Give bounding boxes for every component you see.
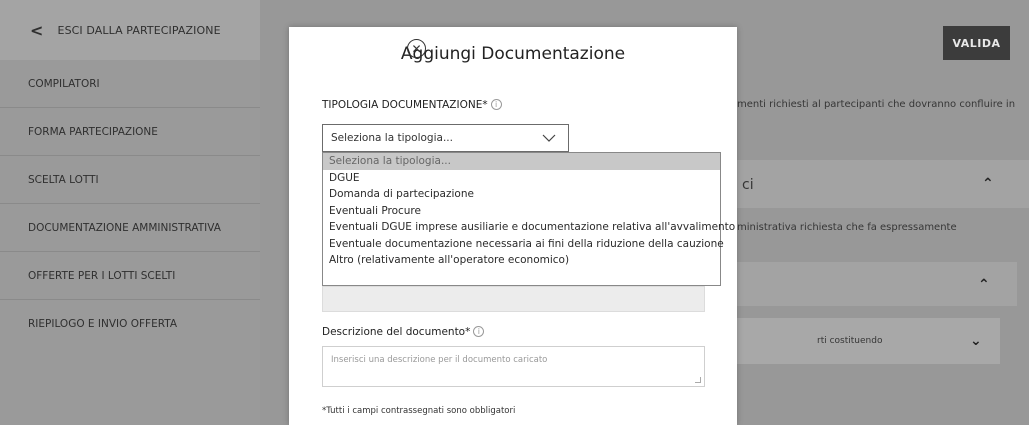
info-icon[interactable]: i [490, 99, 502, 110]
option-dgue[interactable]: DGUE [323, 170, 720, 187]
chevron-up-icon[interactable]: ⌃ [982, 176, 994, 192]
option-riduzione-cauzione[interactable]: Eventuale documentazione necessaria ai f… [323, 236, 724, 253]
disabled-field [322, 286, 705, 312]
sidebar-item-offerte-lotti[interactable]: OFFERTE PER I LOTTI SCELTI [0, 252, 260, 300]
descrizione-textarea[interactable]: Inserisci una descrizione per il documen… [322, 346, 705, 387]
sidebar-item-label: DOCUMENTAZIONE AMMINISTRATIVA [28, 221, 221, 234]
background-subsection [737, 262, 1017, 306]
background-description: menti richiesti al partecipanti che dovr… [737, 99, 1016, 110]
valida-button[interactable]: VALIDA [943, 26, 1010, 60]
exit-participation-button[interactable]: < ESCI DALLA PARTECIPAZIONE [0, 0, 260, 60]
descrizione-label: Descrizione del documento* i [322, 326, 485, 338]
option-eventuali-procure[interactable]: Eventuali Procure [323, 203, 720, 220]
tipologia-label: TIPOLOGIA DOCUMENTAZIONE* i [322, 99, 502, 111]
exit-participation-label: ESCI DALLA PARTECIPAZIONE [57, 23, 221, 37]
tipologia-label-text: TIPOLOGIA DOCUMENTAZIONE* [322, 99, 488, 111]
background-row-label: rti costituendo [817, 336, 883, 346]
background-section-text: ministrativa richiesta che fa espressame… [737, 222, 957, 233]
sidebar-item-label: COMPILATORI [28, 77, 100, 90]
close-icon[interactable]: ✕ [407, 39, 426, 58]
option-dgue-ausiliarie[interactable]: Eventuali DGUE imprese ausiliarie e docu… [323, 219, 735, 236]
sidebar-item-label: SCELTA LOTTI [28, 173, 99, 186]
sidebar-item-documentazione-amministrativa[interactable]: DOCUMENTAZIONE AMMINISTRATIVA [0, 204, 260, 252]
option-altro[interactable]: Altro (relativamente all'operatore econo… [323, 252, 720, 269]
background-section-title: ci [742, 177, 754, 193]
info-icon[interactable]: i [473, 326, 485, 337]
chevron-down-icon[interactable]: ⌄ [970, 333, 982, 349]
chevron-up-icon[interactable]: ⌃ [978, 277, 990, 293]
sidebar-item-riepilogo[interactable]: RIEPILOGO E INVIO OFFERTA [0, 300, 260, 348]
option-domanda-partecipazione[interactable]: Domanda di partecipazione [323, 186, 720, 203]
tipologia-select-value: Seleziona la tipologia... [331, 132, 453, 144]
descrizione-label-text: Descrizione del documento* [322, 326, 471, 338]
required-fields-note: *Tutti i campi contrassegnati sono obbli… [322, 406, 516, 416]
sidebar-item-forma-partecipazione[interactable]: FORMA PARTECIPAZIONE [0, 108, 260, 156]
chevron-left-icon: < [30, 20, 44, 40]
modal-title: Aggiungi Documentazione [400, 44, 626, 64]
chevron-down-icon [542, 134, 556, 142]
sidebar-item-compilatori[interactable]: COMPILATORI [0, 60, 260, 108]
tipologia-options-list: Seleziona la tipologia... DGUE Domanda d… [322, 152, 735, 286]
sidebar-item-scelta-lotti[interactable]: SCELTA LOTTI [0, 156, 260, 204]
option-placeholder[interactable]: Seleziona la tipologia... [323, 153, 720, 170]
sidebar-item-label: OFFERTE PER I LOTTI SCELTI [28, 269, 176, 282]
sidebar-item-label: FORMA PARTECIPAZIONE [28, 125, 158, 138]
descrizione-placeholder: Inserisci una descrizione per il documen… [331, 355, 548, 365]
resize-handle-icon[interactable] [695, 377, 701, 383]
tipologia-select[interactable]: Seleziona la tipologia... [322, 124, 569, 152]
sidebar: < ESCI DALLA PARTECIPAZIONE COMPILATORI … [0, 0, 260, 425]
sidebar-item-label: RIEPILOGO E INVIO OFFERTA [28, 318, 178, 330]
